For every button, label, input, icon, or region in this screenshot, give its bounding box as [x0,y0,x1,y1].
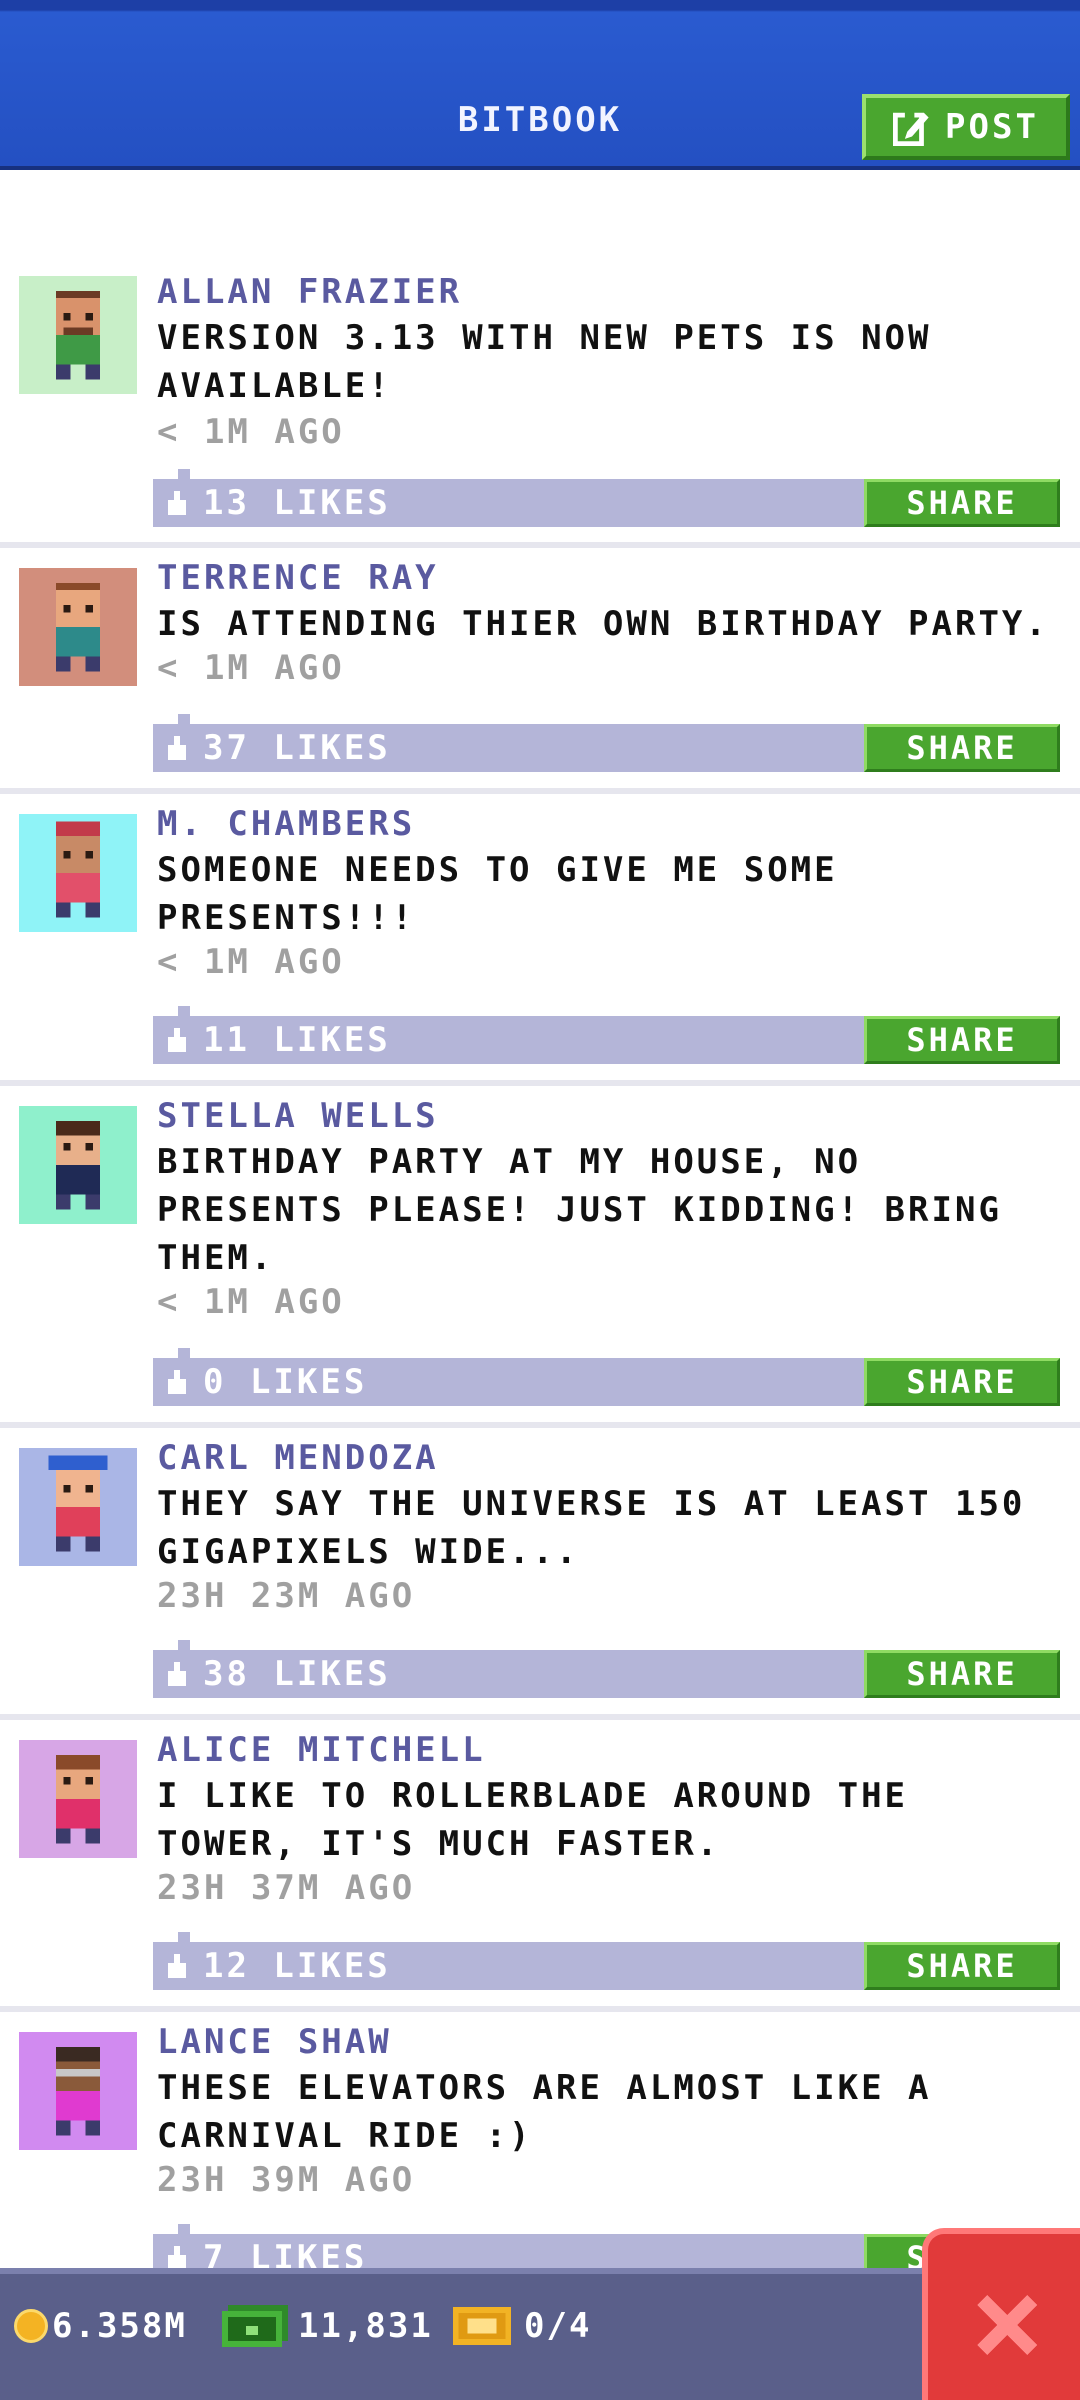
likes-bar: 13 LIKES SHARE [153,469,1060,527]
post-message: BIRTHDAY PARTY AT MY HOUSE, NO PRESENTS … [157,1142,1002,1278]
tickets-value: 0/4 [524,2306,592,2346]
tickets-stat: 0/4 [452,2302,591,2350]
bitbook-screen: BITBOOK POST ALLAN FRAZIER VERSION 3.13 … [0,0,1080,2400]
post-time: 23H 39M AGO [157,2160,416,2200]
post-author[interactable]: LANCE SHAW [157,2022,392,2062]
header-bar: BITBOOK POST [0,0,1080,170]
post-button[interactable]: POST [862,94,1070,160]
post-author[interactable]: ALLAN FRAZIER [157,272,462,312]
divider [0,1080,1080,1086]
likes-count: 37 LIKES [203,728,391,768]
status-bar: 6.358M 11,831 0/4 [0,2268,1080,2400]
likes-count: 0 LIKES [203,1362,368,1402]
share-button[interactable]: SHARE [864,1358,1060,1406]
likes-count: 38 LIKES [203,1654,391,1694]
post-button-label: POST [945,107,1039,147]
avatar [19,814,137,932]
likes-bar: 0 LIKES SHARE [153,1348,1060,1406]
post-message: THEY SAY THE UNIVERSE IS AT LEAST 150 GI… [157,1484,1026,1572]
thumb-up-icon [168,1370,186,1394]
share-button[interactable]: SHARE [864,724,1060,772]
thumb-up-icon [168,491,186,515]
post-author[interactable]: M. CHAMBERS [157,804,415,844]
post-time: 23H 37M AGO [157,1868,416,1908]
thumb-up-icon [168,2246,186,2270]
close-button[interactable] [922,2228,1080,2400]
post-message: IS ATTENDING THIER OWN BIRTHDAY PARTY. [157,604,1049,644]
post-time: 23H 23M AGO [157,1576,416,1616]
post-message: THESE ELEVATORS ARE ALMOST LIKE A CARNIV… [157,2068,932,2156]
likes-count: 12 LIKES [203,1946,391,1986]
divider [0,2006,1080,2012]
thumb-up-icon [168,1954,186,1978]
share-button[interactable]: SHARE [864,1650,1060,1698]
post-author[interactable]: ALICE MITCHELL [157,1730,486,1770]
thumb-up-icon [168,736,186,760]
post-time: < 1M AGO [157,942,345,982]
post-author[interactable]: STELLA WELLS [157,1096,439,1136]
share-button[interactable]: SHARE [864,1016,1060,1064]
avatar [19,276,137,394]
bux-stat: 11,831 [222,2302,433,2350]
thumb-up-icon [168,1028,186,1052]
share-button[interactable]: SHARE [864,479,1060,527]
likes-bar: 38 LIKES SHARE [153,1640,1060,1698]
divider [0,542,1080,548]
post-time: < 1M AGO [157,412,345,452]
close-icon [977,2295,1037,2355]
post-message: VERSION 3.13 WITH NEW PETS IS NOW AVAILA… [157,318,932,406]
post-message: SOMEONE NEEDS TO GIVE ME SOME PRESENTS!!… [157,850,838,938]
coin-icon [14,2309,48,2343]
coins-stat: 6.358M [14,2302,187,2350]
thumb-up-icon [168,1662,186,1686]
likes-count: 13 LIKES [203,483,391,523]
post-message: I LIKE TO ROLLERBLADE AROUND THE TOWER, … [157,1776,909,1864]
likes-count: 11 LIKES [203,1020,391,1060]
ticket-icon [452,2307,512,2345]
avatar [19,568,137,686]
post-author[interactable]: TERRENCE RAY [157,558,439,598]
avatar [19,1106,137,1224]
likes-bar: 37 LIKES SHARE [153,714,1060,772]
likes-bar: 11 LIKES SHARE [153,1006,1060,1064]
post-author[interactable]: CARL MENDOZA [157,1438,439,1478]
bux-value: 11,831 [298,2306,433,2346]
likes-bar: 12 LIKES SHARE [153,1932,1060,1990]
post-time: < 1M AGO [157,1282,345,1322]
avatar [19,2032,137,2150]
post-time: < 1M AGO [157,648,345,688]
divider [0,788,1080,794]
coins-value: 6.358M [52,2306,187,2346]
bux-cash-icon [222,2305,288,2347]
avatar [19,1740,137,1858]
share-button[interactable]: SHARE [864,1942,1060,1990]
divider [0,1714,1080,1720]
divider [0,1422,1080,1428]
edit-icon [893,110,929,146]
avatar [19,1448,137,1566]
